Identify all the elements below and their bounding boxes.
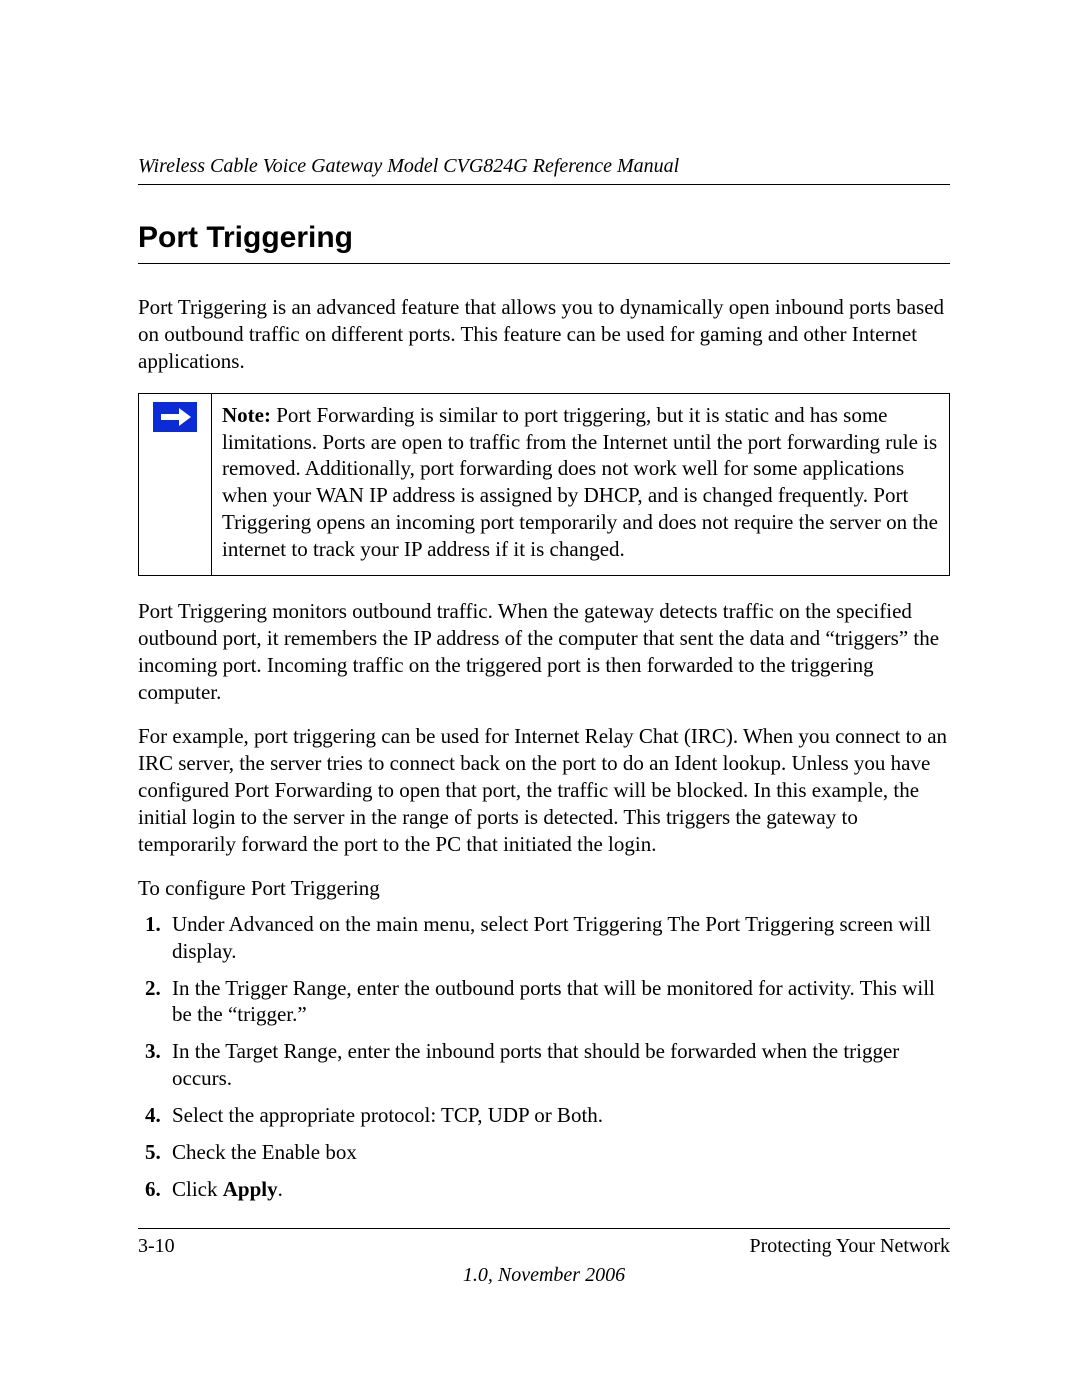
title-rule [138,263,950,264]
step-3: In the Target Range, enter the inbound p… [166,1038,950,1092]
note-body: Port Forwarding is similar to port trigg… [222,403,938,561]
step-2: In the Trigger Range, enter the outbound… [166,975,950,1029]
step-1: Under Advanced on the main menu, select … [166,911,950,965]
page-number: 3-10 [138,1235,175,1258]
section-title: Port Triggering [138,213,950,255]
note-icon-cell [139,393,212,575]
footer-version: 1.0, November 2006 [138,1264,950,1287]
step-4: Select the appropriate protocol: TCP, UD… [166,1102,950,1129]
note-text-cell: Note: Port Forwarding is similar to port… [212,393,950,575]
step-5: Check the Enable box [166,1139,950,1166]
step-6: Click Apply. [166,1176,950,1203]
header-rule [138,184,950,185]
apply-label: Apply [223,1177,278,1201]
intro-paragraph: Port Triggering is an advanced feature t… [138,294,950,375]
step-6-suffix: . [278,1177,283,1201]
page-footer: 3-10 Protecting Your Network 1.0, Novemb… [138,1228,950,1287]
step-6-prefix: Click [172,1177,223,1201]
steps-list: Under Advanced on the main menu, select … [138,911,950,1203]
steps-lead: To configure Port Triggering [138,876,950,901]
footer-rule [138,1228,950,1229]
footer-section-name: Protecting Your Network [749,1235,950,1258]
paragraph-2: For example, port triggering can be used… [138,723,950,857]
note-label: Note: [222,403,271,427]
arrow-right-icon [153,402,197,432]
document-page: Wireless Cable Voice Gateway Model CVG82… [0,0,1080,1397]
running-header: Wireless Cable Voice Gateway Model CVG82… [138,155,950,178]
note-box: Note: Port Forwarding is similar to port… [138,393,950,576]
paragraph-1: Port Triggering monitors outbound traffi… [138,598,950,706]
